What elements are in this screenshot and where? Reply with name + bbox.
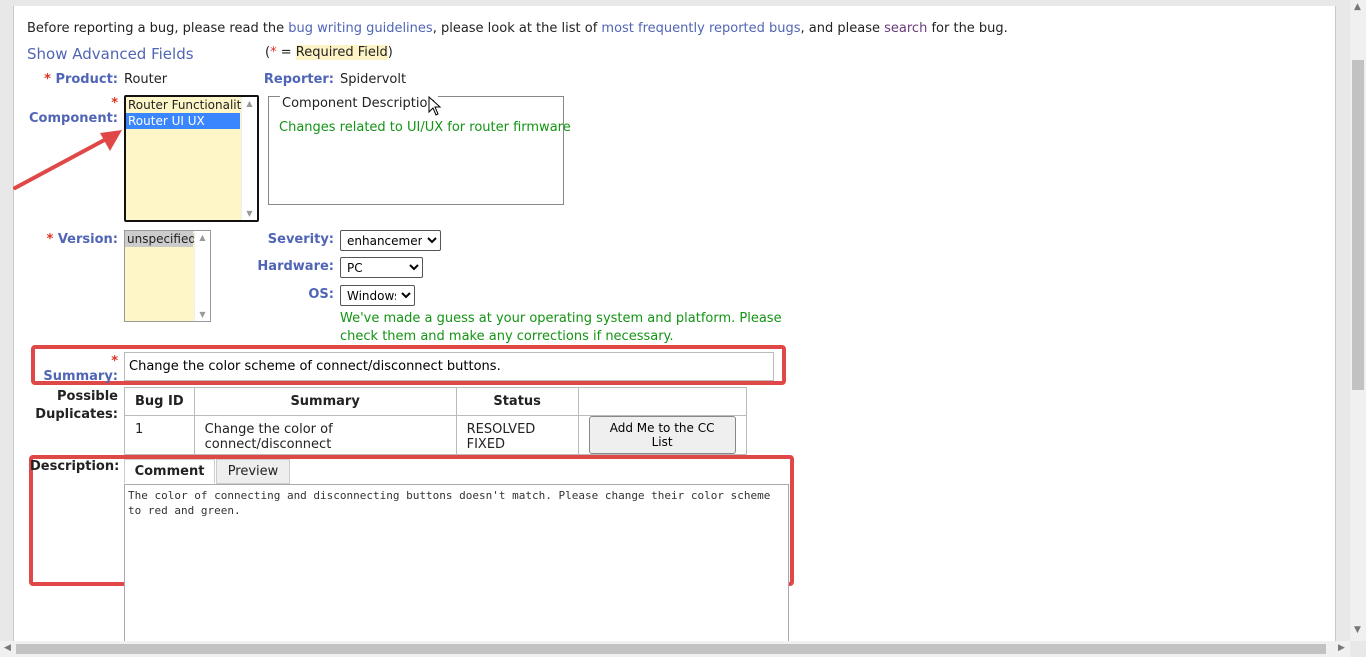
component-option-selected[interactable]: Router UI UX [126, 113, 240, 129]
add-me-to-cc-button[interactable]: Add Me to the CC List [588, 416, 736, 454]
scroll-right-icon[interactable]: ▶ [1338, 643, 1345, 653]
summary-label: * Summary: [43, 354, 118, 384]
required-field-note: (* = Required Field) [265, 45, 393, 60]
product-value: Router [124, 72, 168, 87]
duplicates-table: Bug ID Summary Status 1 Change the color… [124, 387, 747, 455]
mouse-cursor-icon [428, 96, 442, 116]
horizontal-scrollbar[interactable]: ◀ ▶ [0, 641, 1350, 657]
scroll-up-icon[interactable]: ▲ [1354, 2, 1361, 12]
scroll-left-icon[interactable]: ◀ [4, 643, 11, 653]
tab-comment[interactable]: Comment [124, 459, 215, 484]
version-option[interactable]: unspecified [125, 231, 196, 247]
component-label: * Component: [29, 96, 118, 126]
scroll-up-icon: ▲ [199, 233, 206, 242]
reporter-value: Spidervolt [340, 72, 407, 87]
comment-textarea[interactable]: The color of connecting and disconnectin… [124, 484, 789, 644]
component-option[interactable]: Router Functionality [126, 97, 257, 113]
reporter-label: Reporter: [263, 72, 334, 87]
column-header: Bug ID [124, 387, 195, 416]
show-advanced-fields-link[interactable]: Show Advanced Fields [27, 45, 194, 63]
bug-status-cell: RESOLVED FIXED [455, 415, 579, 455]
tab-preview[interactable]: Preview [216, 459, 290, 484]
table-header-row: Bug ID Summary Status [124, 387, 747, 416]
horizontal-scroll-thumb[interactable] [16, 644, 1326, 654]
component-description-legend: Component Description [280, 96, 438, 111]
component-description-box [268, 96, 564, 205]
hardware-label: Hardware: [257, 259, 334, 274]
bug-summary-cell: Change the color of connect/disconnect [193, 415, 457, 455]
bug-writing-guidelines-link[interactable]: bug writing guidelines [288, 21, 432, 36]
hardware-select[interactable]: PC [340, 257, 423, 278]
os-label: OS: [308, 287, 334, 302]
os-select[interactable]: Windows [340, 285, 415, 306]
column-header: Summary [193, 387, 457, 416]
component-description-text: Changes related to UI/UX for router firm… [279, 120, 571, 135]
platform-guess-note: We've made a guess at your operating sys… [340, 311, 782, 344]
product-label: * Product: [44, 72, 118, 87]
scroll-down-icon[interactable]: ▼ [1354, 625, 1361, 635]
search-link[interactable]: search [884, 21, 927, 36]
column-header: Status [455, 387, 579, 416]
frequent-bugs-link[interactable]: most frequently reported bugs [601, 21, 800, 36]
listbox-scrollbar[interactable]: ▲ ▼ [241, 97, 257, 220]
table-row: 1 Change the color of connect/disconnect… [124, 415, 747, 455]
component-listbox[interactable]: Router Functionality Router UI UX ▲ ▼ [124, 95, 259, 222]
scroll-up-icon: ▲ [246, 99, 253, 108]
vertical-scrollbar[interactable]: ▲ ▼ [1350, 0, 1366, 641]
intro-text: Before reporting a bug, please read the … [27, 21, 1008, 36]
bug-id-cell: 1 [124, 415, 195, 455]
severity-select[interactable]: enhancement [340, 230, 441, 251]
summary-input[interactable] [124, 352, 774, 381]
listbox-scrollbar[interactable]: ▲ ▼ [194, 231, 210, 321]
version-listbox[interactable]: unspecified ▲ ▼ [124, 230, 211, 322]
vertical-scroll-thumb[interactable] [1352, 60, 1364, 390]
version-label: * Version: [46, 232, 118, 247]
scroll-down-icon: ▼ [246, 209, 253, 218]
action-cell: Add Me to the CC List [577, 415, 747, 455]
column-header [577, 387, 747, 416]
description-label: Description: [30, 459, 120, 474]
possible-duplicates-label: Possible Duplicates: [35, 389, 118, 422]
severity-label: Severity: [267, 232, 334, 247]
scroll-down-icon: ▼ [199, 310, 206, 319]
annotation-arrow-icon [13, 130, 122, 190]
